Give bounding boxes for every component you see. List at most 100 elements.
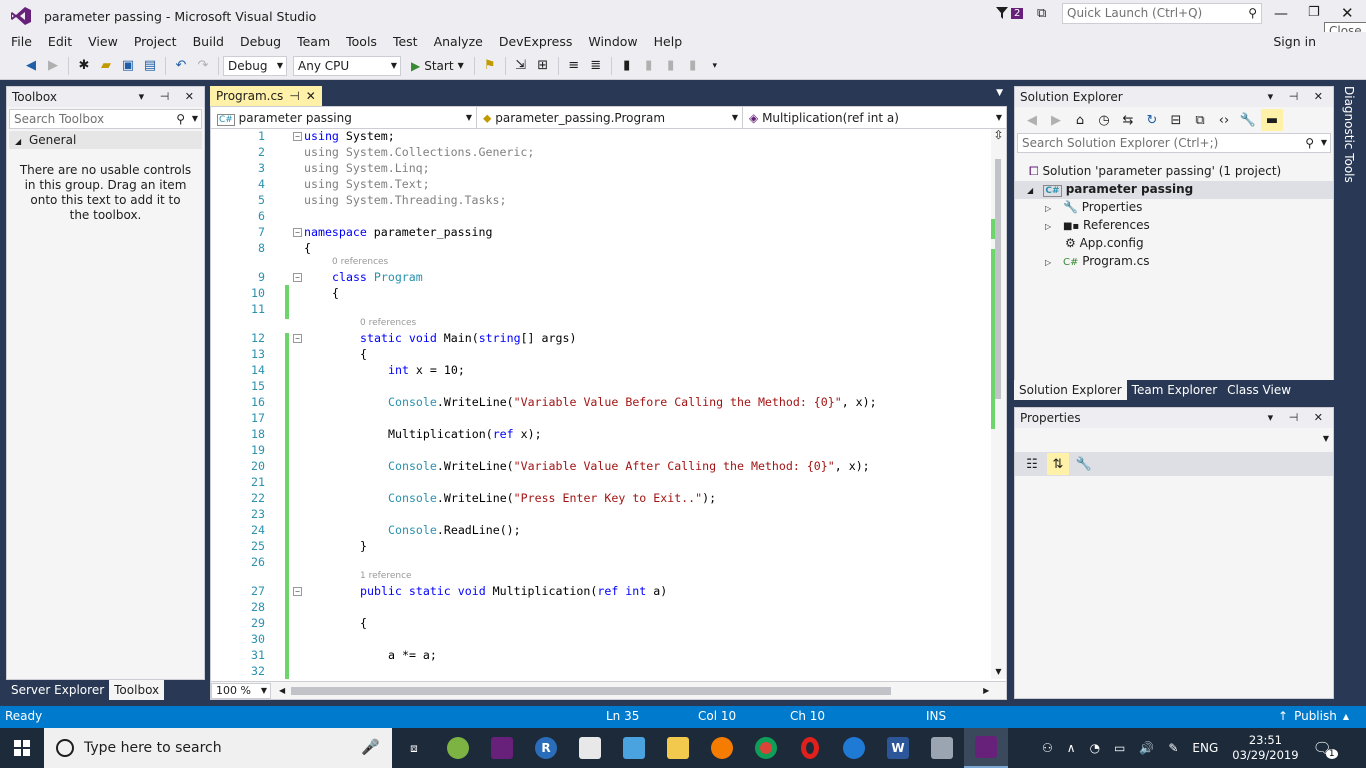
project-nav-select[interactable]: C# parameter passing ▼ <box>211 107 477 129</box>
file-explorer-icon[interactable] <box>656 728 700 768</box>
publish-button[interactable]: ↑ Publish ▲ <box>1278 709 1349 723</box>
minimize-button[interactable]: — <box>1274 6 1288 22</box>
panel-controls[interactable]: ▾ ⊣ ✕ <box>1268 87 1329 107</box>
save-icon[interactable]: ▣ <box>117 55 139 77</box>
class-nav-select[interactable]: ⬥ parameter_passing.Program ▼ <box>477 107 743 129</box>
tab-program-cs[interactable]: Program.cs ⊣ ✕ <box>210 86 322 106</box>
tab-class-view[interactable]: Class View <box>1222 380 1296 400</box>
home-icon[interactable]: ⌂ <box>1069 109 1091 131</box>
collapse-icon[interactable]: − <box>293 132 302 141</box>
sync-icon[interactable]: ⇆ <box>1117 109 1139 131</box>
panel-controls[interactable]: ▾ ⊣ ✕ <box>139 87 200 107</box>
collapse-icon[interactable]: − <box>293 228 302 237</box>
collapse-icon[interactable]: − <box>293 587 302 596</box>
properties-wrench-icon[interactable]: 🔧 <box>1237 109 1259 131</box>
toolbox-search-input[interactable]: Search Toolbox ⚲ ▼ <box>9 109 202 129</box>
history-icon[interactable]: ◷ <box>1093 109 1115 131</box>
find-icon[interactable]: ⚑ <box>479 55 501 77</box>
view-code-icon[interactable]: ‹› <box>1213 109 1235 131</box>
task-view-icon[interactable]: ⧈ <box>392 728 436 768</box>
scroll-down-icon[interactable]: ▼ <box>991 667 1006 676</box>
photos-app-icon[interactable] <box>920 728 964 768</box>
menu-edit[interactable]: Edit <box>40 32 80 52</box>
show-hidden-icons[interactable]: ∧ <box>1067 741 1076 755</box>
menu-test[interactable]: Test <box>385 32 426 52</box>
menu-debug[interactable]: Debug <box>232 32 289 52</box>
people-icon[interactable]: ⚇ <box>1042 741 1053 755</box>
firefox-icon[interactable] <box>700 728 744 768</box>
toolbar-overflow-icon[interactable]: ▾ <box>704 55 726 77</box>
language-indicator[interactable]: ENG <box>1192 741 1218 755</box>
toolbox-group-general[interactable]: ◢ General <box>9 131 202 149</box>
start-button[interactable]: ▶ Start ▼ <box>411 59 464 73</box>
taskbar-search-box[interactable]: Type here to search 🎤 <box>44 728 392 768</box>
solution-platform-select[interactable]: Any CPU ▼ <box>293 55 401 76</box>
clock[interactable]: 23:51 03/29/2019 <box>1232 733 1298 763</box>
edge-icon[interactable] <box>832 728 876 768</box>
uncomment-icon[interactable]: ≣ <box>585 55 607 77</box>
zoom-select[interactable]: 100 % ▼ <box>211 682 271 699</box>
cube-app-icon[interactable] <box>612 728 656 768</box>
save-all-icon[interactable]: ▤ <box>139 55 161 77</box>
diagnostic-tools-tab[interactable]: Diagnostic Tools <box>1338 86 1360 196</box>
r-app-icon[interactable]: R <box>524 728 568 768</box>
visual-studio-taskbar-icon[interactable] <box>480 728 524 768</box>
scroll-left-icon[interactable]: ◀ <box>279 686 285 695</box>
menu-devexpress[interactable]: DevExpress <box>491 32 581 52</box>
tab-server-explorer[interactable]: Server Explorer <box>6 680 109 700</box>
property-pages-icon[interactable]: 🔧 <box>1073 453 1095 475</box>
tab-toolbox[interactable]: Toolbox <box>109 680 165 700</box>
microphone-icon[interactable]: 🎤 <box>361 738 380 756</box>
sign-in-link[interactable]: Sign in <box>1273 34 1316 49</box>
code-area[interactable]: 1 2 3 4 5 6 7 8 9 10 11 12 13 14 15 16 1… <box>211 129 991 679</box>
codelens-references[interactable]: 0 references <box>332 257 388 267</box>
tree-item-solution[interactable]: ⧠ Solution 'parameter passing' (1 projec… <box>1029 164 1281 179</box>
menu-help[interactable]: Help <box>646 32 691 52</box>
tree-item-app-config[interactable]: ⚙ App.config <box>1065 236 1144 250</box>
menu-build[interactable]: Build <box>185 32 232 52</box>
codelens-references[interactable]: 0 references <box>360 318 416 328</box>
categorized-icon[interactable]: ☷ <box>1021 453 1043 475</box>
show-all-files-icon[interactable]: ⧉ <box>1189 109 1211 131</box>
menu-team[interactable]: Team <box>289 32 338 52</box>
network-icon[interactable]: ◔ <box>1090 741 1100 755</box>
collapse-all-icon[interactable]: ⊟ <box>1165 109 1187 131</box>
solution-configuration-select[interactable]: Debug ▼ <box>223 55 287 76</box>
chrome-icon[interactable] <box>744 728 788 768</box>
quick-launch-input[interactable]: Quick Launch (Ctrl+Q) ⚲ <box>1062 3 1262 24</box>
tree-item-program-cs[interactable]: ▷ C# Program.cs <box>1045 254 1149 268</box>
forward-icon[interactable]: ▶ <box>42 55 64 77</box>
prev-bookmark-icon[interactable]: ▮ <box>638 55 660 77</box>
tree-item-references[interactable]: ▷ ■▪ References <box>1045 218 1150 232</box>
feedback-icon[interactable]: ⧉ <box>1037 6 1046 21</box>
back-icon[interactable]: ◀ <box>20 55 42 77</box>
menu-tools[interactable]: Tools <box>338 32 385 52</box>
solution-explorer-search-input[interactable]: Search Solution Explorer (Ctrl+;) ⚲ ▼ <box>1017 133 1331 153</box>
hierarchy-icon[interactable]: ⊞ <box>532 55 554 77</box>
word-icon[interactable]: W <box>876 728 920 768</box>
menu-view[interactable]: View <box>80 32 126 52</box>
menu-project[interactable]: Project <box>126 32 185 52</box>
file-app-icon[interactable] <box>568 728 612 768</box>
codelens-references[interactable]: 1 reference <box>360 571 412 581</box>
menu-analyze[interactable]: Analyze <box>426 32 491 52</box>
action-center-icon[interactable]: 🗨 1 <box>1313 739 1338 759</box>
new-project-icon[interactable]: ✱ <box>73 55 95 77</box>
clear-bookmarks-icon[interactable]: ▮ <box>682 55 704 77</box>
menu-window[interactable]: Window <box>580 32 645 52</box>
preview-icon[interactable]: ▬ <box>1261 109 1283 131</box>
horizontal-scrollbar-thumb[interactable] <box>291 686 892 695</box>
scrollbar-thumb[interactable] <box>995 159 1001 399</box>
bookmark-icon[interactable]: ▮ <box>616 55 638 77</box>
split-icon[interactable]: ⇳ <box>991 129 1006 141</box>
notifications-button[interactable]: 2 <box>995 6 1024 20</box>
undo-icon[interactable]: ↶ <box>170 55 192 77</box>
battery-icon[interactable]: ▭ <box>1114 741 1125 755</box>
redo-icon[interactable]: ↷ <box>192 55 214 77</box>
menu-file[interactable]: File <box>3 32 40 52</box>
alphabetical-icon[interactable]: ⇅ <box>1047 453 1069 475</box>
back-icon[interactable]: ◀ <box>1021 109 1043 131</box>
tree-item-project[interactable]: ◢ C# parameter passing <box>1027 182 1193 197</box>
tab-solution-explorer[interactable]: Solution Explorer <box>1014 380 1127 400</box>
collapse-icon[interactable]: − <box>293 273 302 282</box>
